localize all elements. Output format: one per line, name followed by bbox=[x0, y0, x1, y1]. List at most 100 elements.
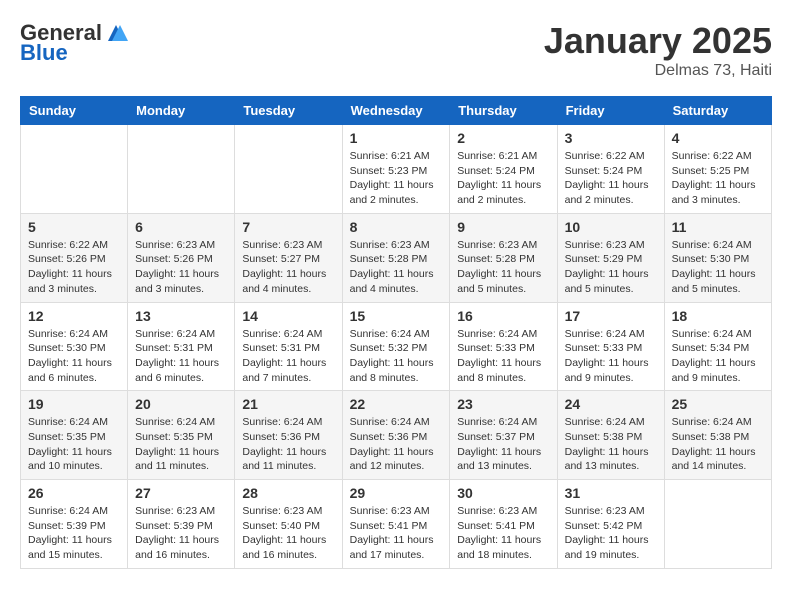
day-number: 21 bbox=[242, 396, 334, 412]
day-number: 30 bbox=[457, 485, 549, 501]
calendar-cell: 3Sunrise: 6:22 AM Sunset: 5:24 PM Daylig… bbox=[557, 125, 664, 214]
day-info: Sunrise: 6:22 AM Sunset: 5:26 PM Dayligh… bbox=[28, 238, 120, 297]
calendar-cell: 2Sunrise: 6:21 AM Sunset: 5:24 PM Daylig… bbox=[450, 125, 557, 214]
day-number: 25 bbox=[672, 396, 764, 412]
calendar-week-row: 26 Sunrise: 6:24 AM Sunset: 5:39 PM Dayli… bbox=[21, 480, 772, 569]
day-info: Sunrise: 6:24 AM Sunset: 5:33 PM Dayligh… bbox=[457, 327, 549, 386]
day-number: 26 bbox=[28, 485, 120, 501]
day-number: 6 bbox=[135, 219, 227, 235]
calendar-cell: 18 Sunrise: 6:24 AM Sunset: 5:34 PM Dayli… bbox=[664, 302, 771, 391]
calendar-cell bbox=[664, 480, 771, 569]
day-header-friday: Friday bbox=[557, 97, 664, 125]
day-number: 12 bbox=[28, 308, 120, 324]
day-header-sunday: Sunday bbox=[21, 97, 128, 125]
calendar-cell: 29Sunrise: 6:23 AM Sunset: 5:41 PM Dayli… bbox=[342, 480, 450, 569]
day-info: Sunrise: 6:23 AM Sunset: 5:27 PM Dayligh… bbox=[242, 238, 334, 297]
day-info: Sunrise: 6:24 AM Sunset: 5:39 PM Dayligh… bbox=[28, 504, 120, 563]
calendar-cell: 14 Sunrise: 6:24 AM Sunset: 5:31 PM Dayli… bbox=[235, 302, 342, 391]
calendar-cell: 20 Sunrise: 6:24 AM Sunset: 5:35 PM Dayli… bbox=[128, 391, 235, 480]
day-number: 14 bbox=[242, 308, 334, 324]
calendar-cell: 5 Sunrise: 6:22 AM Sunset: 5:26 PM Daylig… bbox=[21, 213, 128, 302]
day-info: Sunrise: 6:23 AM Sunset: 5:26 PM Dayligh… bbox=[135, 238, 227, 297]
day-info: Sunrise: 6:24 AM Sunset: 5:34 PM Dayligh… bbox=[672, 327, 764, 386]
day-info: Sunrise: 6:23 AM Sunset: 5:42 PM Dayligh… bbox=[565, 504, 657, 563]
day-info: Sunrise: 6:24 AM Sunset: 5:33 PM Dayligh… bbox=[565, 327, 657, 386]
day-info: Sunrise: 6:24 AM Sunset: 5:31 PM Dayligh… bbox=[135, 327, 227, 386]
day-number: 19 bbox=[28, 396, 120, 412]
calendar-cell: 10 Sunrise: 6:23 AM Sunset: 5:29 PM Dayli… bbox=[557, 213, 664, 302]
day-info: Sunrise: 6:24 AM Sunset: 5:32 PM Dayligh… bbox=[350, 327, 443, 386]
day-header-monday: Monday bbox=[128, 97, 235, 125]
day-number: 5 bbox=[28, 219, 120, 235]
day-info: Sunrise: 6:24 AM Sunset: 5:37 PM Dayligh… bbox=[457, 415, 549, 474]
day-number: 27 bbox=[135, 485, 227, 501]
calendar-cell: 15 Sunrise: 6:24 AM Sunset: 5:32 PM Dayli… bbox=[342, 302, 450, 391]
calendar-cell bbox=[128, 125, 235, 214]
day-number: 17 bbox=[565, 308, 657, 324]
calendar-cell bbox=[21, 125, 128, 214]
day-number: 13 bbox=[135, 308, 227, 324]
day-number: 7 bbox=[242, 219, 334, 235]
day-info: Sunrise: 6:23 AM Sunset: 5:29 PM Dayligh… bbox=[565, 238, 657, 297]
day-info: Sunrise: 6:24 AM Sunset: 5:36 PM Dayligh… bbox=[350, 415, 443, 474]
day-number: 24 bbox=[565, 396, 657, 412]
calendar-week-row: 12 Sunrise: 6:24 AM Sunset: 5:30 PM Dayli… bbox=[21, 302, 772, 391]
day-info: Sunrise: 6:21 AM Sunset: 5:23 PM Dayligh… bbox=[350, 149, 443, 208]
calendar-cell: 25 Sunrise: 6:24 AM Sunset: 5:38 PM Dayli… bbox=[664, 391, 771, 480]
day-info: Sunrise: 6:21 AM Sunset: 5:24 PM Dayligh… bbox=[457, 149, 549, 208]
day-info: Sunrise: 6:24 AM Sunset: 5:38 PM Dayligh… bbox=[565, 415, 657, 474]
day-number: 20 bbox=[135, 396, 227, 412]
calendar-cell: 27Sunrise: 6:23 AM Sunset: 5:39 PM Dayli… bbox=[128, 480, 235, 569]
day-number: 1 bbox=[350, 130, 443, 146]
day-info: Sunrise: 6:24 AM Sunset: 5:35 PM Dayligh… bbox=[135, 415, 227, 474]
day-info: Sunrise: 6:24 AM Sunset: 5:36 PM Dayligh… bbox=[242, 415, 334, 474]
calendar-cell: 26 Sunrise: 6:24 AM Sunset: 5:39 PM Dayli… bbox=[21, 480, 128, 569]
day-info: Sunrise: 6:24 AM Sunset: 5:30 PM Dayligh… bbox=[672, 238, 764, 297]
day-info: Sunrise: 6:23 AM Sunset: 5:40 PM Dayligh… bbox=[242, 504, 334, 563]
day-info: Sunrise: 6:24 AM Sunset: 5:31 PM Dayligh… bbox=[242, 327, 334, 386]
calendar-cell: 30 Sunrise: 6:23 AM Sunset: 5:41 PM Dayli… bbox=[450, 480, 557, 569]
month-title: January 2025 bbox=[544, 20, 772, 62]
calendar-cell: 22 Sunrise: 6:24 AM Sunset: 5:36 PM Dayli… bbox=[342, 391, 450, 480]
calendar-cell: 6 Sunrise: 6:23 AM Sunset: 5:26 PM Daylig… bbox=[128, 213, 235, 302]
day-info: Sunrise: 6:24 AM Sunset: 5:38 PM Dayligh… bbox=[672, 415, 764, 474]
calendar-table: SundayMondayTuesdayWednesdayThursdayFrid… bbox=[20, 96, 772, 569]
calendar-week-row: 1 Sunrise: 6:21 AM Sunset: 5:23 PM Daylig… bbox=[21, 125, 772, 214]
calendar-header-row: SundayMondayTuesdayWednesdayThursdayFrid… bbox=[21, 97, 772, 125]
day-number: 23 bbox=[457, 396, 549, 412]
calendar-cell: 24 Sunrise: 6:24 AM Sunset: 5:38 PM Dayli… bbox=[557, 391, 664, 480]
day-number: 18 bbox=[672, 308, 764, 324]
day-number: 29 bbox=[350, 485, 443, 501]
day-info: Sunrise: 6:22 AM Sunset: 5:24 PM Dayligh… bbox=[565, 149, 657, 208]
calendar-cell: 1 Sunrise: 6:21 AM Sunset: 5:23 PM Daylig… bbox=[342, 125, 450, 214]
day-number: 10 bbox=[565, 219, 657, 235]
calendar-cell: 8 Sunrise: 6:23 AM Sunset: 5:28 PM Daylig… bbox=[342, 213, 450, 302]
day-header-wednesday: Wednesday bbox=[342, 97, 450, 125]
day-number: 28 bbox=[242, 485, 334, 501]
day-number: 8 bbox=[350, 219, 443, 235]
day-header-tuesday: Tuesday bbox=[235, 97, 342, 125]
day-info: Sunrise: 6:24 AM Sunset: 5:30 PM Dayligh… bbox=[28, 327, 120, 386]
calendar-cell: 31 Sunrise: 6:23 AM Sunset: 5:42 PM Dayli… bbox=[557, 480, 664, 569]
day-number: 4 bbox=[672, 130, 764, 146]
day-number: 31 bbox=[565, 485, 657, 501]
day-info: Sunrise: 6:22 AM Sunset: 5:25 PM Dayligh… bbox=[672, 149, 764, 208]
calendar-cell: 11Sunrise: 6:24 AM Sunset: 5:30 PM Dayli… bbox=[664, 213, 771, 302]
day-number: 9 bbox=[457, 219, 549, 235]
logo-blue: Blue bbox=[20, 40, 68, 66]
location-title: Delmas 73, Haiti bbox=[544, 62, 772, 80]
calendar-cell: 9Sunrise: 6:23 AM Sunset: 5:28 PM Daylig… bbox=[450, 213, 557, 302]
day-info: Sunrise: 6:24 AM Sunset: 5:35 PM Dayligh… bbox=[28, 415, 120, 474]
calendar-cell: 13 Sunrise: 6:24 AM Sunset: 5:31 PM Dayli… bbox=[128, 302, 235, 391]
calendar-week-row: 19 Sunrise: 6:24 AM Sunset: 5:35 PM Dayli… bbox=[21, 391, 772, 480]
day-header-thursday: Thursday bbox=[450, 97, 557, 125]
day-number: 22 bbox=[350, 396, 443, 412]
calendar-cell: 4 Sunrise: 6:22 AM Sunset: 5:25 PM Daylig… bbox=[664, 125, 771, 214]
logo: General Blue bbox=[20, 20, 128, 66]
day-info: Sunrise: 6:23 AM Sunset: 5:41 PM Dayligh… bbox=[457, 504, 549, 563]
day-number: 15 bbox=[350, 308, 443, 324]
calendar-cell: 21 Sunrise: 6:24 AM Sunset: 5:36 PM Dayli… bbox=[235, 391, 342, 480]
day-info: Sunrise: 6:23 AM Sunset: 5:28 PM Dayligh… bbox=[350, 238, 443, 297]
logo-icon bbox=[104, 21, 128, 45]
page-header: General Blue January 2025 Delmas 73, Hai… bbox=[20, 20, 772, 80]
